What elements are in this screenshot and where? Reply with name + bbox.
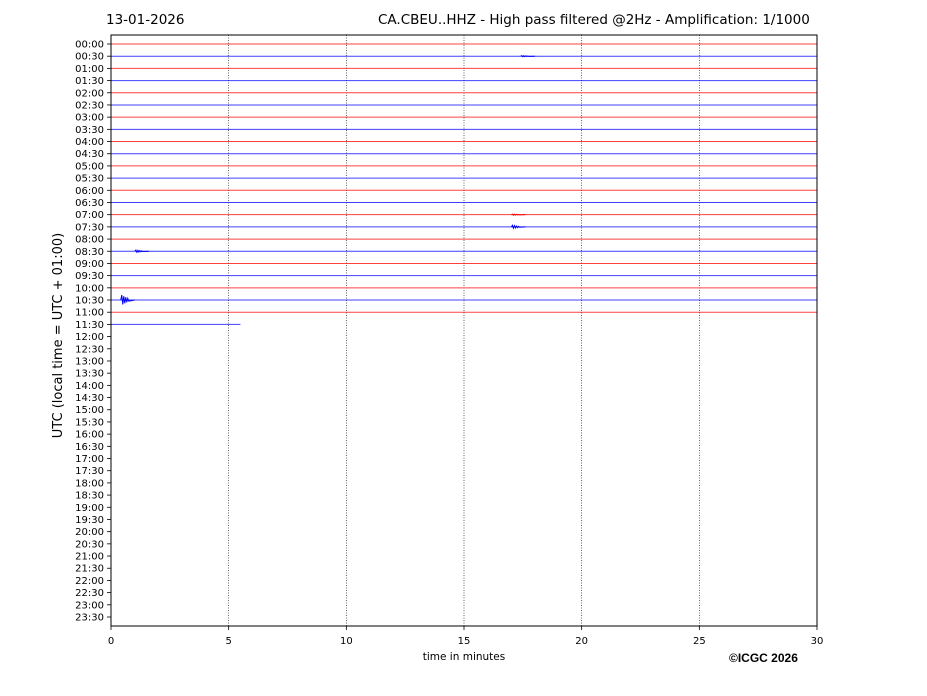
y-tick-label: 03:30	[75, 125, 104, 136]
y-axis-label: UTC (local time = UTC + 01:00)	[51, 233, 66, 438]
x-tick-label: 10	[340, 636, 353, 647]
y-tick-label: 04:30	[75, 149, 104, 160]
helicorder-chart: 0 5 10 15 20 25 30 00:0000:3001:0001:3002:0002:…	[51, 34, 824, 663]
y-tick-label: 10:00	[75, 283, 104, 294]
x-tick-label: 15	[458, 636, 471, 647]
y-tick-label: 13:30	[75, 369, 104, 380]
seismic-event	[510, 224, 526, 230]
y-tick-label: 10:30	[75, 296, 104, 307]
y-tick-label: 18:00	[75, 478, 104, 489]
y-tick-label: 20:00	[75, 527, 104, 538]
x-tick-label: 0	[108, 636, 114, 647]
y-tick-label: 08:00	[75, 235, 104, 246]
y-tick-label: 21:30	[75, 564, 104, 575]
y-tick-label: 22:30	[75, 588, 104, 599]
x-tick-label: 30	[811, 636, 824, 647]
y-tick-label: 00:30	[75, 52, 104, 63]
seismic-event	[134, 249, 149, 254]
y-tick-label: 01:00	[75, 64, 104, 75]
y-tick-label: 18:30	[75, 491, 104, 502]
y-tick-label: 00:00	[75, 40, 104, 51]
y-tick-label: 04:00	[75, 137, 104, 148]
x-tick-label: 5	[225, 636, 231, 647]
y-tick-label: 16:00	[75, 430, 104, 441]
x-tick-label: 20	[575, 636, 588, 647]
y-tick-label: 19:00	[75, 503, 104, 514]
y-tick-label: 09:00	[75, 259, 104, 270]
y-tick-label: 08:30	[75, 247, 104, 258]
y-tick-label: 05:30	[75, 174, 104, 185]
x-tick-label: 25	[693, 636, 706, 647]
y-tick-label: 06:00	[75, 186, 104, 197]
y-tick-label: 09:30	[75, 271, 104, 282]
y-tick-label: 13:00	[75, 356, 104, 367]
y-tick-label: 17:00	[75, 454, 104, 465]
y-tick-label: 15:30	[75, 417, 104, 428]
y-tick-label: 05:00	[75, 161, 104, 172]
y-tick-label: 02:30	[75, 100, 104, 111]
y-tick-label: 14:00	[75, 381, 104, 392]
y-tick-label: 02:00	[75, 88, 104, 99]
y-tick-label: 12:00	[75, 332, 104, 343]
y-tick-label: 23:30	[75, 613, 104, 624]
y-tick-label: 16:30	[75, 442, 104, 453]
y-tick-label: 11:00	[75, 308, 104, 319]
y-tick-label: 14:30	[75, 393, 104, 404]
y-tick-label: 07:00	[75, 210, 104, 221]
y-tick-label: 01:30	[75, 76, 104, 87]
y-tick-label: 07:30	[75, 222, 104, 233]
y-tick-label: 11:30	[75, 320, 104, 331]
y-tick-label: 20:30	[75, 539, 104, 550]
x-axis-label: time in minutes	[423, 651, 505, 663]
y-tick-label: 19:30	[75, 515, 104, 526]
y-tick-label: 22:00	[75, 576, 104, 587]
y-tick-label: 21:00	[75, 552, 104, 563]
y-tick-label: 17:30	[75, 466, 104, 477]
y-tick-label: 12:30	[75, 344, 104, 355]
y-tick-label: 06:30	[75, 198, 104, 209]
y-tick-label: 23:00	[75, 600, 104, 611]
y-tick-label: 15:00	[75, 405, 104, 416]
y-tick-label: 03:00	[75, 113, 104, 124]
